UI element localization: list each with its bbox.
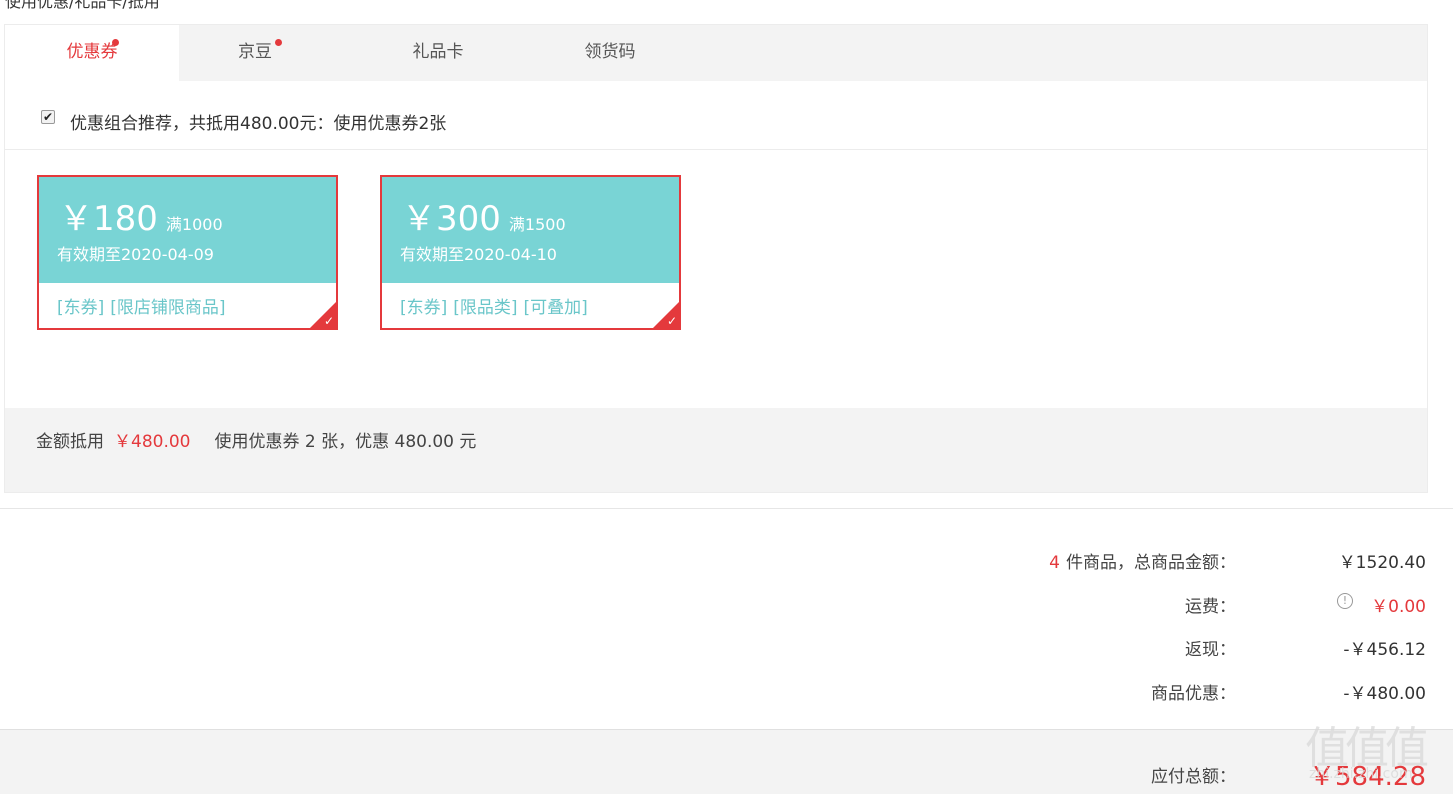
coupon-summary-line: 金额抵用 ￥480.00 使用优惠券 2 张，优惠 480.00 元 (36, 427, 476, 452)
coupon-card[interactable]: ￥180 满1000 有效期至2020-04-09 [东券] [限店铺限商品] ✓ (37, 175, 338, 330)
total-goods-value: ￥1520.40 (1338, 553, 1426, 573)
combo-recommend-text: 优惠组合推荐，共抵用480.00元：使用优惠券2张 (70, 114, 447, 134)
coupon-tabs: 优惠券 京豆 礼品卡 领货码 (5, 25, 1427, 81)
checkbox-checked-icon[interactable]: ✔ (41, 110, 55, 124)
coupon-currency: ￥ (59, 199, 93, 239)
coupon-summary: 金额抵用 ￥480.00 使用优惠券 2 张，优惠 480.00 元 (5, 408, 1427, 493)
goods-label-text: 件商品，总商品金额： (1066, 553, 1236, 573)
payable-bar: 应付总额： ￥584.28 (0, 729, 1453, 794)
discount-row: 商品优惠： -￥480.00 (0, 679, 1453, 704)
combo-recommend-row: ✔ 优惠组合推荐，共抵用480.00元：使用优惠券2张 (5, 81, 1427, 150)
coupon-condition: 满1000 (165, 215, 223, 234)
coupon-tag: [可叠加] (523, 298, 588, 318)
shipping-label: 运费： (1185, 597, 1236, 617)
tab-pickup-code-label: 领货码 (584, 42, 636, 62)
payable-label: 应付总额： (1151, 767, 1236, 787)
discount-value: -￥480.00 (1343, 684, 1426, 704)
cashback-label: 返现： (1185, 640, 1236, 660)
coupon-tag: [东券] (400, 298, 448, 318)
coupon-value: 300 (436, 199, 501, 239)
coupon-tags: [东券] [限店铺限商品] (57, 293, 232, 318)
coupon-currency: ￥ (402, 199, 436, 239)
tab-pickup-code[interactable]: 领货码 (535, 25, 685, 81)
tab-coupons[interactable]: 优惠券 (5, 25, 179, 81)
tab-gift-card[interactable]: 礼品卡 (363, 25, 513, 81)
coupon-valid-date: 有效期至2020-04-09 (57, 245, 214, 264)
notification-dot-icon (112, 39, 119, 46)
goods-count: 4 (1049, 553, 1060, 573)
check-corner-icon: ✓ (666, 314, 677, 328)
total-goods-label: 4 件商品，总商品金额： (1049, 548, 1236, 573)
summary-amount: ￥480.00 (114, 432, 191, 452)
coupon-valid-date: 有效期至2020-04-10 (400, 245, 557, 264)
coupon-card-header: ￥300 满1500 有效期至2020-04-10 (382, 177, 679, 283)
discount-label: 商品优惠： (1151, 684, 1236, 704)
tab-jingdou[interactable]: 京豆 (179, 25, 331, 81)
summary-detail: 使用优惠券 2 张，优惠 480.00 元 (214, 432, 477, 452)
coupon-tag: [东券] (57, 298, 105, 318)
shipping-row: 运费： ! ￥0.00 (0, 592, 1453, 617)
payable-value: ￥584.28 (1309, 762, 1426, 792)
check-corner-icon: ✓ (323, 314, 334, 328)
summary-label: 金额抵用 (36, 432, 104, 452)
coupon-tag: [限品类] (453, 298, 518, 318)
coupon-panel-body: ✔ 优惠组合推荐，共抵用480.00元：使用优惠券2张 ￥180 满1000 有效… (5, 81, 1427, 408)
coupon-condition: 满1500 (508, 215, 566, 234)
divider (0, 508, 1453, 509)
coupon-card[interactable]: ￥300 满1500 有效期至2020-04-10 [东券] [限品类] [可叠加] … (380, 175, 681, 330)
tab-gift-card-label: 礼品卡 (412, 42, 464, 62)
cashback-value: -￥456.12 (1343, 640, 1426, 660)
coupon-tag: [限店铺限商品] (110, 298, 226, 318)
tab-jingdou-label: 京豆 (238, 42, 272, 62)
coupon-card-header: ￥180 满1000 有效期至2020-04-09 (39, 177, 336, 283)
tab-coupons-label: 优惠券 (66, 42, 118, 62)
checkout-page: 使用优惠/礼品卡/抵用 优惠券 京豆 礼品卡 领货码 ✔ 优惠组合推荐，共抵用4… (0, 0, 1453, 794)
shipping-value: ￥0.00 (1371, 597, 1426, 617)
section-title: 使用优惠/礼品卡/抵用 (5, 0, 160, 11)
notification-dot-icon (275, 39, 282, 46)
coupon-amount: ￥180 满1000 (59, 191, 223, 240)
coupon-tags: [东券] [限品类] [可叠加] (400, 293, 594, 318)
cashback-row: 返现： -￥456.12 (0, 635, 1453, 660)
coupon-amount: ￥300 满1500 (402, 191, 566, 240)
coupon-value: 180 (93, 199, 158, 239)
total-goods-row: 4 件商品，总商品金额： ￥1520.40 (0, 548, 1453, 573)
info-circle-icon[interactable]: ! (1337, 593, 1353, 609)
coupon-panel: 优惠券 京豆 礼品卡 领货码 ✔ 优惠组合推荐，共抵用480.00元：使用优惠券… (4, 24, 1428, 493)
